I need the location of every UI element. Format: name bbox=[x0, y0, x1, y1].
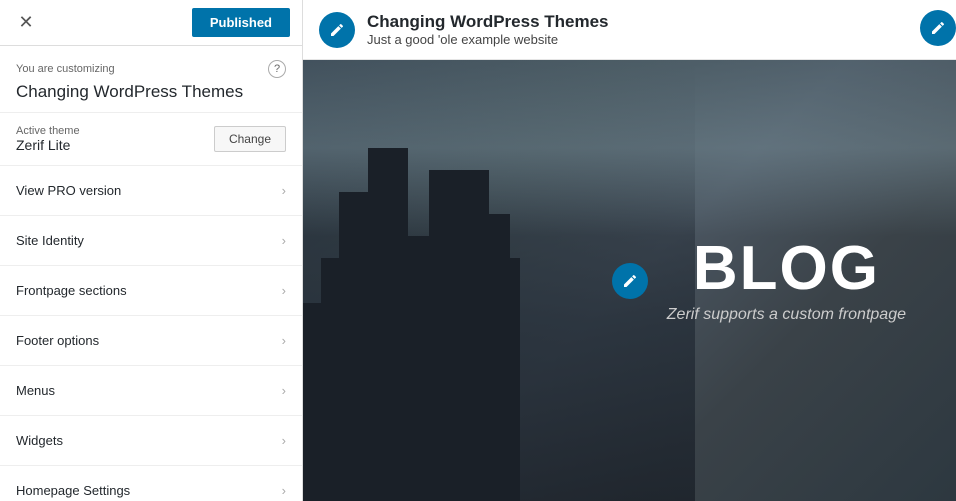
chevron-right-icon: › bbox=[282, 483, 286, 498]
preview-topbar: Changing WordPress Themes Just a good 'o… bbox=[303, 0, 956, 60]
help-icon[interactable]: ? bbox=[268, 60, 286, 78]
active-theme-block: Active theme Zerif Lite Change bbox=[0, 113, 302, 166]
chevron-right-icon: › bbox=[282, 383, 286, 398]
published-button[interactable]: Published bbox=[192, 8, 290, 37]
hero-content: BLOG Zerif supports a custom frontpage bbox=[667, 238, 946, 324]
building-7 bbox=[303, 303, 338, 501]
building-3 bbox=[368, 148, 408, 501]
chevron-right-icon: › bbox=[282, 433, 286, 448]
customizing-label: You are customizing ? bbox=[16, 60, 286, 78]
customizer-panel: ✕ Published You are customizing ? Changi… bbox=[0, 0, 303, 501]
theme-name: Zerif Lite bbox=[16, 137, 80, 153]
chevron-right-icon: › bbox=[282, 183, 286, 198]
menu-list: View PRO version › Site Identity › Front… bbox=[0, 166, 302, 501]
menu-item-footer-options[interactable]: Footer options › bbox=[0, 316, 302, 366]
customizing-block: You are customizing ? Changing WordPress… bbox=[0, 46, 302, 113]
preview-panel: Changing WordPress Themes Just a good 'o… bbox=[303, 0, 956, 501]
hero-title: BLOG bbox=[667, 238, 906, 300]
chevron-right-icon: › bbox=[282, 283, 286, 298]
customizing-site-title: Changing WordPress Themes bbox=[16, 82, 286, 102]
chevron-right-icon: › bbox=[282, 333, 286, 348]
menu-item-site-identity[interactable]: Site Identity › bbox=[0, 216, 302, 266]
theme-info: Active theme Zerif Lite bbox=[16, 125, 80, 153]
menu-item-view-pro[interactable]: View PRO version › bbox=[0, 166, 302, 216]
preview-site-name: Changing WordPress Themes bbox=[367, 12, 609, 32]
menu-item-frontpage-sections[interactable]: Frontpage sections › bbox=[0, 266, 302, 316]
hero-area: BLOG Zerif supports a custom frontpage bbox=[303, 60, 956, 501]
chevron-right-icon: › bbox=[282, 233, 286, 248]
menu-item-menus[interactable]: Menus › bbox=[0, 366, 302, 416]
hero-edit-icon[interactable] bbox=[612, 263, 648, 299]
change-theme-button[interactable]: Change bbox=[214, 126, 286, 152]
preview-site-tagline: Just a good 'ole example website bbox=[367, 32, 609, 47]
preview-site-info: Changing WordPress Themes Just a good 'o… bbox=[367, 12, 609, 47]
building-8 bbox=[490, 258, 520, 501]
menu-item-widgets[interactable]: Widgets › bbox=[0, 416, 302, 466]
top-bar: ✕ Published bbox=[0, 0, 302, 46]
close-button[interactable]: ✕ bbox=[12, 9, 40, 37]
menu-item-homepage-settings[interactable]: Homepage Settings › bbox=[0, 466, 302, 501]
preview-corner-icon[interactable] bbox=[920, 10, 956, 46]
preview-edit-icon[interactable] bbox=[319, 12, 355, 48]
hero-subtitle: Zerif supports a custom frontpage bbox=[667, 306, 906, 324]
buildings bbox=[303, 60, 662, 501]
theme-label: Active theme bbox=[16, 125, 80, 137]
